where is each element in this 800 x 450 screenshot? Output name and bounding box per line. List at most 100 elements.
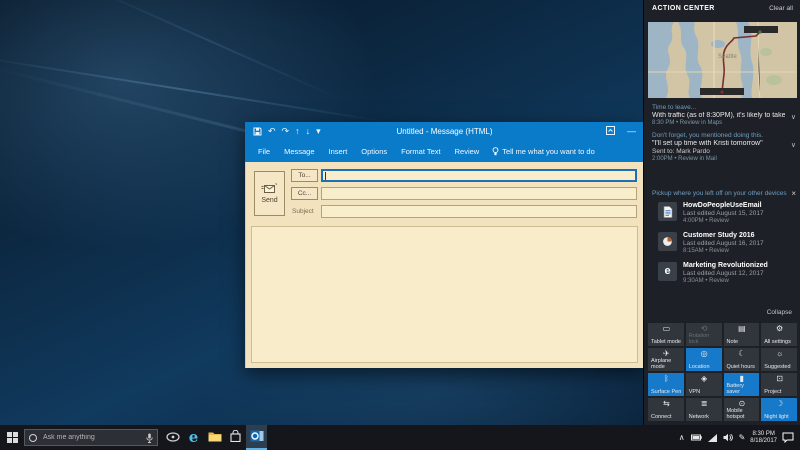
quick-action-surface-pen[interactable]: ᛒSurface Pen (648, 373, 684, 396)
notification-heading: Time to leave... (652, 104, 785, 111)
close-icon[interactable]: × (791, 189, 796, 198)
clear-all-button[interactable]: Clear all (769, 5, 793, 12)
undo-icon[interactable]: ↶ (268, 122, 276, 140)
notification-line2: Sent to: Mark Pardo (652, 148, 785, 155)
pickup-item[interactable]: Customer Study 2016Last edited August 16… (644, 228, 800, 258)
outlook-icon (250, 429, 264, 447)
to-field[interactable] (321, 169, 637, 182)
notification-meta: 2:00PM • Review in Mail (652, 156, 785, 162)
microphone-icon[interactable] (146, 433, 153, 443)
taskbar-clock[interactable]: 8:30 PM 8/18/2017 (750, 431, 777, 445)
pickup-heading: Pickup where you left off on your other … (652, 190, 787, 197)
taskbar-edge-button[interactable]: e (183, 425, 204, 450)
quick-access-toolbar: ↶ ↷ ↑ ↓ ▾ (245, 122, 321, 140)
mobile-hotspot-icon: ⊙ (727, 400, 758, 408)
quick-action-all-settings[interactable]: ⚙All settings (761, 323, 797, 346)
text-caret (325, 172, 326, 180)
ribbon-tab-options[interactable]: Options (354, 143, 394, 160)
quick-action-connect[interactable]: ⇆Connect (648, 398, 684, 421)
pickup-item[interactable]: eMarketing RevolutionizedLast edited Aug… (644, 258, 800, 288)
hidden-icons-chevron-icon[interactable]: ∧ (679, 433, 685, 442)
powerpoint-document-icon (658, 232, 677, 251)
quick-action-location[interactable]: ◎Location (686, 348, 722, 371)
search-input[interactable] (41, 433, 142, 442)
quick-action-label: Battery saver (727, 383, 758, 395)
quick-action-night-light[interactable]: ☽Night light (761, 398, 797, 421)
quick-action-label: Note (727, 339, 758, 345)
wallpaper-beam (73, 0, 348, 103)
minimize-icon[interactable]: — (627, 126, 636, 136)
chevron-down-icon[interactable]: ∨ (791, 113, 796, 121)
pickup-item-title: Customer Study 2016 (683, 232, 764, 239)
cc-button[interactable]: Cc... (291, 187, 318, 200)
send-button[interactable]: Send (254, 171, 285, 216)
quick-action-mobile-hotspot[interactable]: ⊙Mobile hotspot (724, 398, 760, 421)
quick-action-label: VPN (689, 389, 720, 395)
message-body-editor[interactable] (251, 226, 638, 363)
notification-card[interactable]: Time to leave...With traffic (as of 8:30… (644, 101, 800, 129)
battery-saver-icon: ▮ (727, 375, 758, 383)
quick-action-tablet-mode[interactable]: ▭Tablet mode (648, 323, 684, 346)
notification-card[interactable]: Don't forget, you mentioned doing this."… (644, 129, 800, 165)
save-icon[interactable] (253, 127, 262, 136)
network-signal-icon[interactable] (708, 434, 717, 442)
quick-action-rotation-lock[interactable]: ⟲Rotation lock (686, 323, 722, 346)
compose-form: Send To... Cc... Subject (245, 162, 644, 368)
quick-action-label: Project (764, 389, 795, 395)
file-explorer-icon (208, 429, 222, 447)
ribbon-tab-format-text[interactable]: Format Text (394, 143, 447, 160)
quick-action-battery-saver[interactable]: ▮Battery saver (724, 373, 760, 396)
notification-meta: 8:30 PM • Review in Maps (652, 120, 785, 126)
to-button[interactable]: To... (291, 169, 318, 182)
taskbar-file-explorer-button[interactable] (204, 425, 225, 450)
pen-icon[interactable]: ✎ (739, 433, 746, 442)
cc-field[interactable] (321, 187, 637, 200)
quick-action-label: Suggested (764, 364, 795, 370)
night-light-icon: ☽ (764, 400, 795, 408)
subject-field[interactable] (321, 205, 637, 218)
tellme-label: Tell me what you want to do (502, 147, 595, 156)
customize-qat-icon[interactable]: ▾ (316, 122, 321, 140)
move-up-icon[interactable]: ↑ (295, 122, 300, 140)
ribbon-tab-insert[interactable]: Insert (322, 143, 355, 160)
taskbar-store-button[interactable] (225, 425, 246, 450)
quick-action-vpn[interactable]: ◈ VPN (686, 373, 722, 396)
quick-action-airplane-mode[interactable]: ✈Airplane mode (648, 348, 684, 371)
ribbon-tab-review[interactable]: Review (448, 143, 487, 160)
ribbon-tab-message[interactable]: Message (277, 143, 321, 160)
move-down-icon[interactable]: ↓ (306, 122, 311, 140)
quick-action-network[interactable]: ≣Network (686, 398, 722, 421)
vpn-icon: ◈ (689, 375, 720, 383)
maps-route-thumbnail[interactable]: Seattle (648, 22, 797, 98)
taskbar-apps: e (162, 425, 267, 450)
pickup-item[interactable]: HowDoPeopleUseEmailLast edited August 15… (644, 198, 800, 228)
tellme-box[interactable]: Tell me what you want to do (486, 147, 595, 156)
taskbar-outlook-button[interactable] (246, 425, 267, 450)
quick-action-note[interactable]: ▤Note (724, 323, 760, 346)
action-center-icon[interactable] (782, 432, 794, 443)
volume-icon[interactable] (723, 433, 733, 442)
start-button[interactable] (0, 425, 24, 450)
quick-actions-grid: ▭Tablet mode⟲Rotation lock▤Note⚙All sett… (648, 323, 797, 421)
rotation-lock-icon: ⟲ (689, 325, 720, 333)
quick-action-quiet-hours[interactable]: ☾Quiet hours (724, 348, 760, 371)
quick-action-project[interactable]: ⊡Project (761, 373, 797, 396)
redo-icon[interactable]: ↷ (282, 122, 290, 140)
cortana-search-box[interactable] (24, 429, 158, 446)
ribbon-display-options-icon[interactable] (606, 126, 615, 137)
quick-action-label: Rotation lock (689, 333, 720, 345)
collapse-link[interactable]: Collapse (767, 309, 792, 316)
cortana-circle-icon (29, 434, 37, 442)
send-envelope-icon (261, 183, 278, 194)
ribbon-tab-file[interactable]: File (251, 143, 277, 160)
battery-icon[interactable] (691, 434, 702, 441)
pickup-items: HowDoPeopleUseEmailLast edited August 15… (644, 198, 800, 288)
notification-body: "I'll set up time with Kristi tomorrow" (652, 140, 785, 147)
pickup-item-meta: 4:00PM • Review (683, 218, 764, 224)
word-document-icon (658, 202, 677, 221)
taskbar-task-view-button[interactable] (162, 425, 183, 450)
chevron-down-icon[interactable]: ∨ (791, 141, 796, 149)
window-titlebar[interactable]: ↶↷↑↓▾ Untitled - Message (HTML) — (245, 122, 644, 140)
airplane-mode-icon: ✈ (651, 350, 682, 358)
quick-action-suggested[interactable]: ☼Suggested (761, 348, 797, 371)
